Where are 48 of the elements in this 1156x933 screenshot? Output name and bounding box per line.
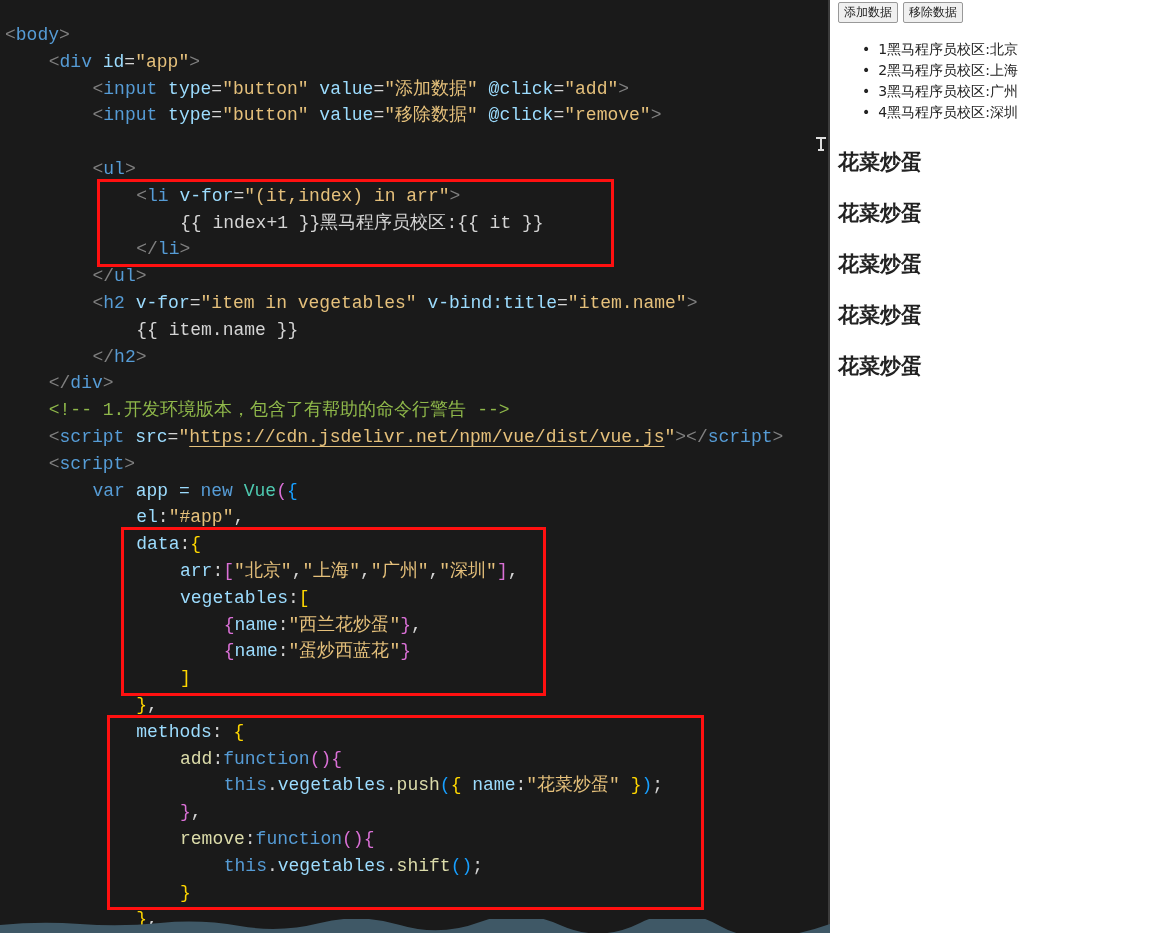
code-line: this.vegetables.push({ name:"花菜炒蛋" });: [223, 775, 664, 796]
list-item: 1黑马程序员校区:北京: [878, 40, 1018, 59]
code-line: </div>: [48, 373, 114, 394]
code-line: remove:function(){: [180, 828, 375, 849]
dish-heading: 花菜炒蛋: [838, 250, 922, 278]
code-line: add:function(){: [180, 748, 343, 769]
code-line: {{ item.name }}: [136, 319, 299, 340]
code-line: <li v-for="(it,index) in arr">: [136, 185, 461, 206]
page-button[interactable]: 移除数据: [903, 2, 963, 23]
code-line: <input type="button" value="添加数据" @click="add">: [92, 78, 630, 99]
code-line: data:{: [136, 534, 202, 555]
bullet: •: [862, 103, 871, 122]
list-item: 4黑马程序员校区:深圳: [878, 103, 1018, 122]
code-line: {name:"西兰花炒蛋"},: [223, 614, 422, 635]
code-line: el:"#app",: [136, 507, 245, 528]
code-line: ]: [180, 668, 191, 689]
code-line: <script>: [48, 453, 136, 474]
code-line: <div id="app">: [48, 51, 200, 72]
code-line: var app = new Vue({: [92, 480, 298, 501]
code-line: },: [136, 694, 158, 715]
bullet: •: [862, 61, 871, 80]
text-cursor-icon: [815, 137, 827, 151]
code-line: </h2>: [92, 346, 147, 367]
dish-heading: 花菜炒蛋: [838, 352, 922, 380]
dish-heading: 花菜炒蛋: [838, 148, 922, 176]
code-line: {{ index+1 }}黑马程序员校区:{{ it }}: [180, 212, 544, 233]
code-line: methods: {: [136, 721, 245, 742]
page-button[interactable]: 添加数据: [838, 2, 898, 23]
code-line: <!-- 1.开发环境版本，包含了有帮助的命令行警告 -->: [48, 400, 510, 421]
bullet: •: [862, 40, 871, 59]
code-line: this.vegetables.shift();: [223, 855, 484, 876]
code-line: <body>: [5, 25, 70, 45]
code-line: {name:"蛋炒西蓝花"}: [223, 641, 411, 662]
code-line: },: [180, 802, 202, 823]
code-line: <script src="https://cdn.jsdelivr.net/npm/vue/dist/vue.js"></script>: [48, 426, 784, 447]
dish-heading: 花菜炒蛋: [838, 301, 922, 329]
code-line: <input type="button" value="移除数据" @click="remove">: [92, 105, 662, 126]
dish-heading: 花菜炒蛋: [838, 199, 922, 227]
list-item: 3黑马程序员校区:广州: [878, 82, 1018, 101]
code-line: <h2 v-for="item in vegetables" v-bind:title="item.name">: [92, 292, 698, 313]
code-line: </li>: [136, 239, 191, 260]
list-item: 2黑马程序员校区:上海: [878, 61, 1018, 80]
code-line: </ul>: [92, 266, 147, 287]
code-line: vegetables:[: [180, 587, 310, 608]
bullet: •: [862, 82, 871, 101]
code-line: arr:["北京","上海","广州","深圳"],: [180, 560, 519, 581]
code-line: <ul>: [92, 159, 136, 179]
code-line: }: [180, 882, 191, 903]
